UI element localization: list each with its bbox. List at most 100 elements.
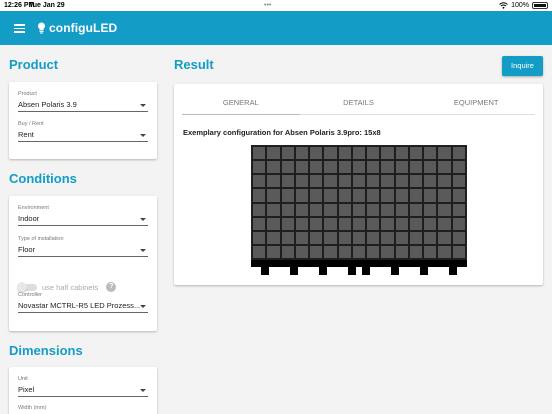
led-cabinet <box>252 244 267 259</box>
multitasking-dots-icon: ••• <box>264 2 272 9</box>
controller-select[interactable]: Novastar MCTRL-R5 LED Prozess... <box>18 300 148 313</box>
product-card: Product Absen Polaris 3.9 Buy / Rent Ren… <box>9 82 157 159</box>
led-cabinet <box>423 216 438 231</box>
led-cabinet <box>366 160 381 175</box>
led-cabinet <box>408 202 424 217</box>
tab-general[interactable]: GENERAL <box>182 93 300 115</box>
truss-foot <box>420 267 428 275</box>
led-cabinet <box>380 160 395 175</box>
led-cabinet <box>323 202 338 217</box>
led-cabinet <box>323 146 338 161</box>
truss-foot <box>348 267 356 275</box>
battery-icon <box>532 2 548 9</box>
tab-details[interactable]: DETAILS <box>300 93 418 114</box>
led-cabinet <box>294 174 310 189</box>
led-cabinet <box>266 202 281 217</box>
conditions-heading: Conditions <box>9 171 77 186</box>
chevron-down-icon <box>140 305 146 308</box>
led-cabinet <box>337 188 352 203</box>
led-cabinet <box>309 202 324 217</box>
tab-equipment[interactable]: EQUIPMENT <box>417 93 535 114</box>
unit-value: Pixel <box>18 385 35 394</box>
controller-label: Controller <box>18 292 42 298</box>
environment-field[interactable]: Environment Indoor <box>18 205 148 226</box>
led-cabinet <box>423 230 438 245</box>
inquire-button[interactable]: Inquire <box>502 56 543 76</box>
led-cabinet <box>266 160 281 175</box>
led-cabinet <box>423 160 438 175</box>
installation-select[interactable]: Floor <box>18 244 148 257</box>
led-cabinet <box>323 174 338 189</box>
battery-percent: 100% <box>511 2 529 9</box>
app-title: configuLED <box>49 21 118 35</box>
led-cabinet <box>451 230 466 245</box>
led-cabinet <box>266 188 281 203</box>
led-cabinet <box>408 174 424 189</box>
hamburger-menu-icon[interactable] <box>14 24 25 33</box>
truss-foot <box>391 267 399 275</box>
led-cabinet <box>323 216 338 231</box>
status-date: Tue Jan 29 <box>29 2 65 9</box>
led-cabinet <box>408 160 424 175</box>
product-select[interactable]: Absen Polaris 3.9 <box>18 99 148 112</box>
led-cabinet <box>423 174 438 189</box>
controller-field[interactable]: Controller Novastar MCTRL-R5 LED Prozess… <box>18 292 148 313</box>
environment-value: Indoor <box>18 214 40 223</box>
led-cabinet <box>394 202 409 217</box>
unit-field[interactable]: Unit Pixel <box>18 376 148 397</box>
chevron-down-icon <box>140 134 146 137</box>
truss-foot <box>261 267 269 275</box>
led-cabinet <box>451 146 466 161</box>
half-cabinets-toggle[interactable] <box>17 281 37 292</box>
led-cabinet <box>423 146 438 161</box>
led-cabinet <box>394 188 409 203</box>
width-field[interactable]: Width (mm) <box>18 405 148 411</box>
controller-value: Novastar MCTRL-R5 LED Prozess... <box>18 301 141 310</box>
led-cabinet <box>394 174 409 189</box>
chevron-down-icon <box>140 389 146 392</box>
led-cabinet <box>280 230 295 245</box>
buy-rent-label: Buy / Rent <box>18 121 44 127</box>
led-cabinet <box>309 244 324 259</box>
led-cabinet <box>309 160 324 175</box>
unit-select[interactable]: Pixel <box>18 384 148 397</box>
environment-select[interactable]: Indoor <box>18 213 148 226</box>
status-bar: 12:26 PM Tue Jan 29 ••• 100% <box>0 0 552 11</box>
led-cabinet <box>380 216 395 231</box>
unit-label: Unit <box>18 376 28 382</box>
led-cabinet <box>252 230 267 245</box>
led-cabinet <box>280 216 295 231</box>
led-cabinet <box>351 202 367 217</box>
buy-rent-select[interactable]: Rent <box>18 129 148 142</box>
led-cabinet <box>451 188 466 203</box>
chevron-down-icon <box>140 218 146 221</box>
led-cabinet <box>337 244 352 259</box>
chevron-down-icon <box>140 104 146 107</box>
led-cabinet <box>266 230 281 245</box>
led-cabinet <box>437 160 452 175</box>
floor-truss <box>251 260 467 267</box>
installation-field[interactable]: Type of installation Floor <box>18 236 148 257</box>
buy-rent-field[interactable]: Buy / Rent Rent <box>18 121 148 142</box>
led-cabinet <box>280 188 295 203</box>
led-cabinet <box>351 188 367 203</box>
product-field[interactable]: Product Absen Polaris 3.9 <box>18 91 148 112</box>
status-right: 100% <box>499 0 548 11</box>
width-label: Width (mm) <box>18 405 47 411</box>
led-cabinet <box>437 202 452 217</box>
led-cabinet <box>280 160 295 175</box>
led-cabinet <box>437 216 452 231</box>
help-icon[interactable]: ? <box>106 282 117 292</box>
led-cabinet <box>408 216 424 231</box>
led-cabinet <box>366 216 381 231</box>
led-cabinet <box>309 216 324 231</box>
led-cabinet <box>280 202 295 217</box>
led-cabinet <box>337 160 352 175</box>
truss-foot <box>290 267 298 275</box>
led-cabinet <box>252 174 267 189</box>
led-cabinet <box>266 244 281 259</box>
led-cabinet <box>309 174 324 189</box>
led-cabinet <box>266 216 281 231</box>
led-cabinet <box>437 174 452 189</box>
configuration-text: Exemplary configuration for Absen Polari… <box>183 128 381 137</box>
